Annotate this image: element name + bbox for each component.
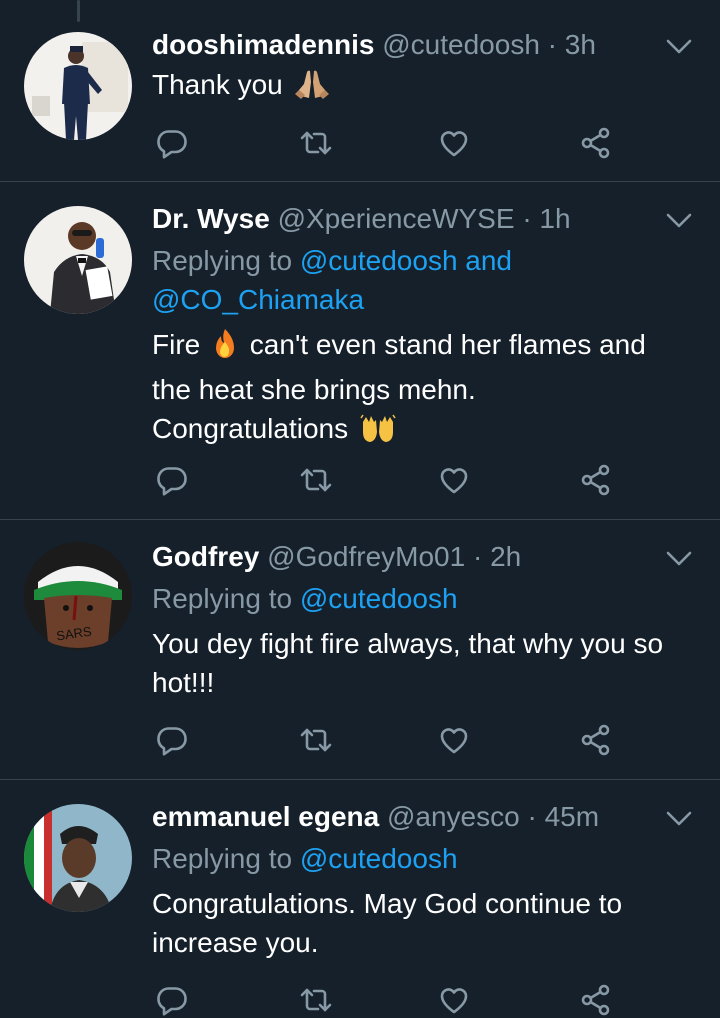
- folded-hands-emoji-icon: [294, 68, 329, 110]
- user-handle[interactable]: @GodfreyMo01: [267, 541, 465, 572]
- tweet-text-line: Congratulations. May God continue to: [152, 888, 623, 919]
- tweet-text: Congratulations. May God continue to inc…: [152, 884, 700, 962]
- tweet-text: You dey fight fire always, that why you …: [152, 624, 700, 702]
- share-icon[interactable]: [578, 722, 614, 758]
- replying-to-line: @CO_Chiamaka: [152, 280, 700, 319]
- chevron-down-icon[interactable]: [664, 548, 694, 570]
- mention-link[interactable]: @CO_Chiamaka: [152, 284, 364, 315]
- avatar[interactable]: [24, 32, 132, 140]
- retweet-icon[interactable]: [298, 722, 334, 758]
- replying-to-line: Replying to @cutedoosh and: [152, 241, 700, 280]
- mention-link[interactable]: @cutedoosh: [300, 843, 458, 874]
- separator-dot: ·: [527, 801, 537, 832]
- reply-icon[interactable]: [154, 462, 190, 498]
- replying-to-prefix: Replying to: [152, 583, 293, 614]
- user-handle[interactable]: @anyesco: [387, 801, 520, 832]
- raising-hands-emoji-icon: [360, 414, 396, 454]
- fire-emoji-icon: [212, 328, 238, 370]
- share-icon[interactable]: [578, 462, 614, 498]
- user-handle[interactable]: @cutedoosh: [382, 29, 540, 60]
- avatar[interactable]: [24, 804, 132, 912]
- display-name[interactable]: emmanuel egena: [152, 801, 379, 832]
- timestamp[interactable]: 1h: [539, 203, 570, 234]
- like-icon[interactable]: [436, 462, 472, 498]
- tweet-text-line: can't even stand her flames and: [249, 329, 646, 360]
- mention-link[interactable]: @cutedoosh: [300, 583, 458, 614]
- like-icon[interactable]: [436, 982, 472, 1018]
- replying-to-prefix: Replying to: [152, 843, 293, 874]
- tweet-text: Fire can't even stand her flames and the…: [152, 325, 700, 454]
- timestamp[interactable]: 45m: [545, 801, 599, 832]
- like-icon[interactable]: [436, 722, 472, 758]
- tweet-text-line: Fire: [152, 329, 201, 360]
- separator-dot: ·: [522, 203, 532, 234]
- retweet-icon[interactable]: [298, 125, 334, 161]
- tweet[interactable]: Dr. Wyse @XperienceWYSE · 1h Replying to…: [0, 182, 720, 519]
- timestamp[interactable]: 2h: [490, 541, 521, 572]
- tweet-text-line: hot!!!: [152, 667, 215, 698]
- reply-icon[interactable]: [154, 982, 190, 1018]
- separator-dot: ·: [473, 541, 483, 572]
- timestamp[interactable]: 3h: [565, 29, 596, 60]
- replying-to-line: Replying to @cutedoosh: [152, 579, 700, 618]
- share-icon[interactable]: [578, 982, 614, 1018]
- replying-to-prefix: Replying to: [152, 245, 293, 276]
- tweet-text-line: the heat she brings mehn.: [152, 374, 476, 405]
- display-name[interactable]: dooshimadennis: [152, 29, 374, 60]
- display-name[interactable]: Godfrey: [152, 541, 259, 572]
- tweet-text-line: Thank you: [152, 69, 283, 100]
- chevron-down-icon[interactable]: [664, 210, 694, 232]
- tweet[interactable]: emmanuel egena @anyesco · 45m Replying t…: [0, 780, 720, 998]
- separator-dot: ·: [547, 29, 557, 60]
- display-name[interactable]: Dr. Wyse: [152, 203, 270, 234]
- retweet-icon[interactable]: [298, 982, 334, 1018]
- retweet-icon[interactable]: [298, 462, 334, 498]
- tweet[interactable]: dooshimadennis @cutedoosh · 3h Thank you: [0, 0, 720, 181]
- tweet-text-line: increase you.: [152, 927, 319, 958]
- chevron-down-icon[interactable]: [664, 36, 694, 58]
- user-handle[interactable]: @XperienceWYSE: [278, 203, 515, 234]
- avatar[interactable]: [24, 206, 132, 314]
- tweet[interactable]: SARS Godfrey @GodfreyMo01 · 2h Replying …: [0, 520, 720, 779]
- like-icon[interactable]: [436, 125, 472, 161]
- share-icon[interactable]: [578, 125, 614, 161]
- replying-to-line: Replying to @cutedoosh: [152, 839, 700, 878]
- chevron-down-icon[interactable]: [664, 808, 694, 830]
- mention-link[interactable]: @cutedoosh and: [300, 245, 512, 276]
- tweet-text-line: Congratulations: [152, 413, 349, 444]
- tweet-text: Thank you: [152, 65, 700, 110]
- avatar[interactable]: SARS: [24, 542, 132, 650]
- tweet-text-line: You dey fight fire always, that why you …: [152, 628, 664, 659]
- reply-icon[interactable]: [154, 722, 190, 758]
- reply-icon[interactable]: [154, 125, 190, 161]
